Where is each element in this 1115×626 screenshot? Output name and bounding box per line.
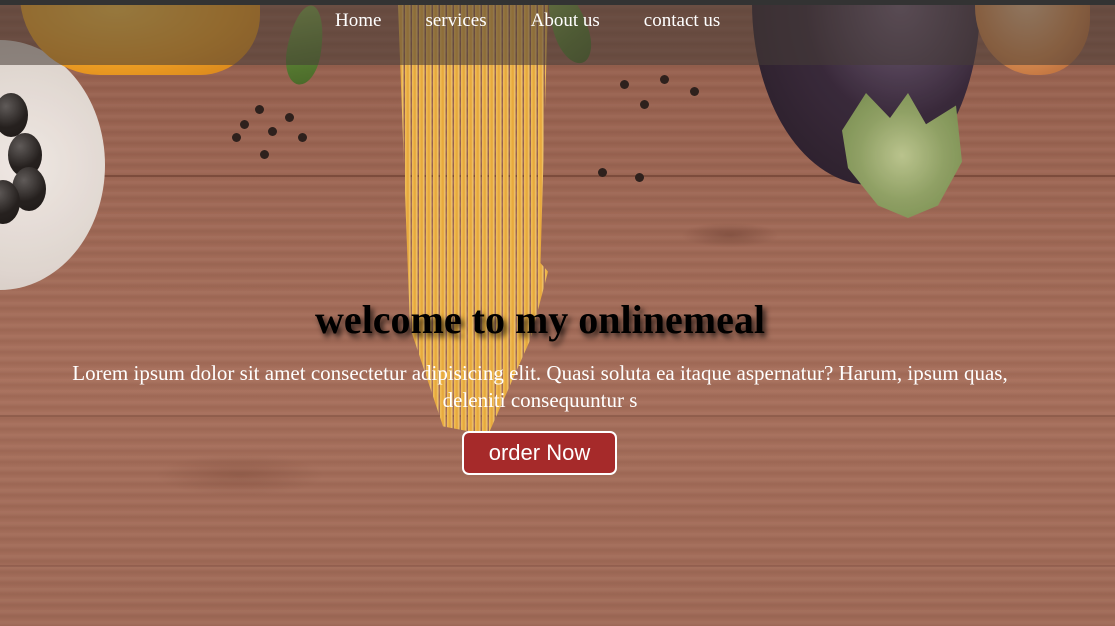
nav-link-home[interactable]: Home [313, 9, 403, 33]
hero-description: Lorem ipsum dolor sit amet consectetur a… [72, 361, 1008, 412]
nav-link-about-us[interactable]: About us [509, 9, 622, 33]
nav-links: Home services About us contact us [313, 9, 742, 33]
nav-link-contact-us[interactable]: contact us [622, 9, 743, 33]
navbar: Home services About us contact us [0, 5, 1115, 65]
top-border [0, 0, 1115, 5]
hero-title: welcome to my onlinemeal [315, 297, 765, 342]
nav-link-services[interactable]: services [403, 9, 508, 33]
order-now-button[interactable]: order Now [462, 431, 617, 475]
